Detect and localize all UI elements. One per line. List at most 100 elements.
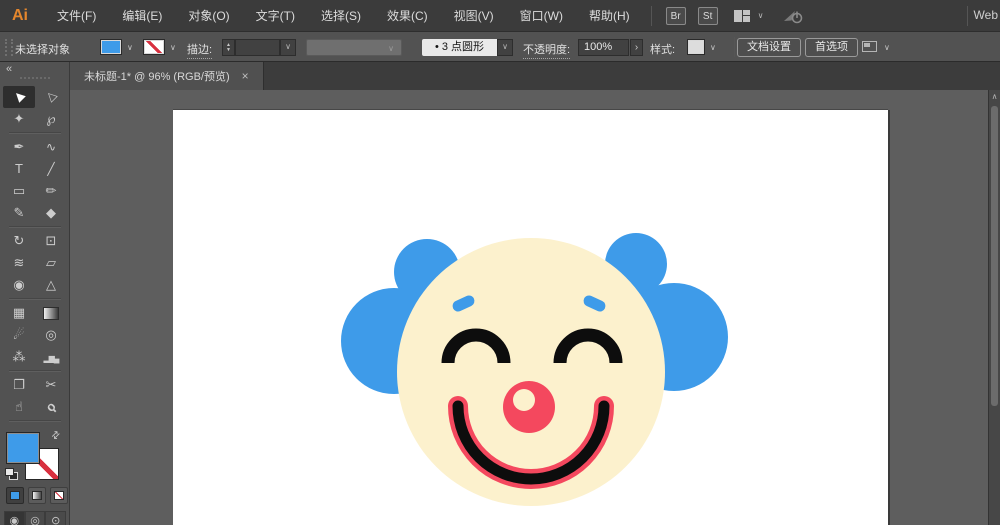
rotate-icon: ↻ — [13, 233, 25, 248]
close-icon[interactable]: × — [242, 69, 249, 83]
document-tab[interactable]: 未标题-1* @ 96% (RGB/预览) × — [70, 62, 264, 90]
menu-item-view[interactable]: 视图(V) — [441, 0, 507, 32]
menu-item-help[interactable]: 帮助(H) — [576, 0, 643, 32]
opacity-label[interactable]: 不透明度: — [523, 41, 571, 59]
share-icon[interactable] — [782, 7, 804, 25]
bridge-button[interactable]: Br — [665, 6, 686, 25]
chevron-down-icon[interactable]: ∨ — [758, 11, 764, 20]
tool-curvature[interactable]: ∿ — [35, 136, 67, 158]
clown-face[interactable] — [397, 238, 665, 506]
menu-item-window[interactable]: 窗口(W) — [507, 0, 576, 32]
tool-pen[interactable]: ✒ — [3, 136, 35, 158]
fill-color-swatch[interactable] — [100, 39, 122, 55]
clown-artwork[interactable] — [173, 110, 888, 525]
tool-selection[interactable]: ▶ — [3, 86, 35, 108]
artboard-icon: ❐ — [13, 377, 25, 392]
selection-icon: ▶ — [10, 88, 28, 106]
tool-gradient[interactable] — [35, 302, 67, 324]
chevron-down-icon: ∨ — [388, 44, 394, 53]
canvas-pasteboard[interactable] — [70, 90, 988, 525]
tool-perspective-grid[interactable]: △ — [35, 274, 67, 296]
opacity-popup-arrow[interactable]: › — [630, 39, 643, 56]
tool-shape-builder[interactable]: ◉ — [3, 274, 35, 296]
tool-zoom[interactable]: ϙ — [35, 396, 67, 418]
brush-dropdown-arrow[interactable]: ∨ — [497, 39, 513, 56]
collapse-panel-icon[interactable]: « — [6, 63, 12, 75]
menu-bar: Ai 文件(F) 编辑(E) 对象(O) 文字(T) 选择(S) 效果(C) 视… — [0, 0, 1000, 32]
opacity-value-field[interactable]: 100% — [578, 39, 629, 56]
tool-pencil[interactable]: ✎ — [3, 202, 35, 224]
stepper-down-icon[interactable]: ▼ — [226, 48, 231, 53]
chevron-down-icon[interactable]: ∨ — [710, 43, 716, 52]
stroke-color-swatch[interactable] — [143, 39, 165, 55]
drawing-mode-0[interactable]: ◉ — [4, 511, 25, 525]
tool-free-transform[interactable]: ▱ — [35, 252, 67, 274]
menu-item-type[interactable]: 文字(T) — [243, 0, 308, 32]
menu-item-effect[interactable]: 效果(C) — [374, 0, 441, 32]
stroke-weight-stepper[interactable]: ▲ ▼ — [222, 39, 235, 56]
tool-artboard[interactable]: ❐ — [3, 374, 35, 396]
tool-width[interactable]: ≋ — [3, 252, 35, 274]
tool-scale[interactable]: ⊡ — [35, 230, 67, 252]
artboard[interactable] — [173, 110, 888, 525]
direct-selection-icon: ▷ — [42, 88, 60, 106]
workspace-switcher-icon[interactable] — [733, 9, 750, 22]
style-swatch[interactable] — [687, 39, 705, 55]
tool-paintbrush[interactable]: ✏ — [35, 180, 67, 202]
tool-column-graph[interactable]: ▂▆▄ — [35, 346, 67, 368]
tool-blend[interactable]: ◎ — [35, 324, 67, 346]
drawing-mode-2[interactable]: ⊙ — [45, 511, 67, 525]
swap-fill-stroke-icon[interactable]: ⇄ — [49, 429, 63, 443]
none-icon — [54, 491, 64, 500]
tool-eyedropper[interactable]: ☄ — [3, 324, 35, 346]
brush-definition-dropdown[interactable]: • 3 点圆形 — [422, 39, 497, 56]
panel-grip[interactable] — [20, 77, 50, 79]
chevron-down-icon[interactable]: ∨ — [170, 43, 176, 52]
stroke-weight-label[interactable]: 描边: — [187, 41, 213, 59]
stroke-weight-dropdown[interactable]: ∨ — [280, 39, 296, 56]
workspace-label[interactable]: Web — [974, 8, 998, 22]
divider — [650, 5, 652, 26]
stroke-weight-value[interactable] — [235, 39, 280, 56]
tool-mesh[interactable]: ▦ — [3, 302, 35, 324]
rectangle-icon: ▭ — [12, 183, 26, 198]
gradient-mode-button[interactable] — [28, 487, 46, 504]
style-label: 样式: — [650, 44, 676, 56]
tool-line-segment[interactable]: ╱ — [35, 158, 67, 180]
chevron-down-icon[interactable]: ∨ — [127, 43, 133, 52]
document-setup-button[interactable]: 文档设置 — [737, 38, 801, 57]
tool-direct-selection[interactable]: ▷ — [35, 86, 67, 108]
tool-hand[interactable]: ☝ — [3, 396, 35, 418]
mesh-icon: ▦ — [12, 305, 26, 320]
tool-group-divider — [3, 418, 67, 424]
stock-button[interactable]: St — [697, 6, 718, 25]
tool-rectangle[interactable]: ▭ — [3, 180, 35, 202]
color-mode-button[interactable] — [6, 487, 24, 504]
drawing-modes-row: ◉ ◎ ⊙ — [4, 511, 67, 525]
menu-item-edit[interactable]: 编辑(E) — [109, 0, 175, 32]
tool-slice[interactable]: ✂ — [35, 374, 67, 396]
tool-rotate[interactable]: ↻ — [3, 230, 35, 252]
panel-grip[interactable] — [5, 39, 13, 56]
tool-symbol-sprayer[interactable]: ⁂ — [3, 346, 35, 368]
gradient-icon — [43, 307, 59, 321]
default-fill-stroke-icon[interactable] — [5, 468, 18, 480]
arrange-documents-icon[interactable] — [862, 41, 877, 52]
vertical-scrollbar[interactable]: ∧ — [988, 90, 1000, 525]
tool-type[interactable]: T — [3, 158, 35, 180]
menu-item-file[interactable]: 文件(F) — [44, 0, 109, 32]
chevron-down-icon[interactable]: ∨ — [884, 43, 890, 52]
tool-eraser[interactable]: ◆ — [35, 202, 67, 224]
scroll-up-icon[interactable]: ∧ — [989, 90, 1000, 104]
menu-item-object[interactable]: 对象(O) — [175, 0, 242, 32]
none-mode-button[interactable] — [50, 487, 68, 504]
fill-color-well[interactable] — [6, 432, 40, 464]
chevron-down-icon: ∨ — [285, 42, 291, 51]
tool-magic-wand[interactable]: ✦ — [3, 108, 35, 130]
menu-item-select[interactable]: 选择(S) — [308, 0, 374, 32]
drawing-mode-1[interactable]: ◎ — [24, 511, 46, 525]
gradient-icon — [32, 491, 42, 500]
scrollbar-thumb[interactable] — [991, 106, 998, 406]
preferences-button[interactable]: 首选项 — [805, 38, 858, 57]
tool-lasso[interactable]: ℘ — [35, 108, 67, 130]
